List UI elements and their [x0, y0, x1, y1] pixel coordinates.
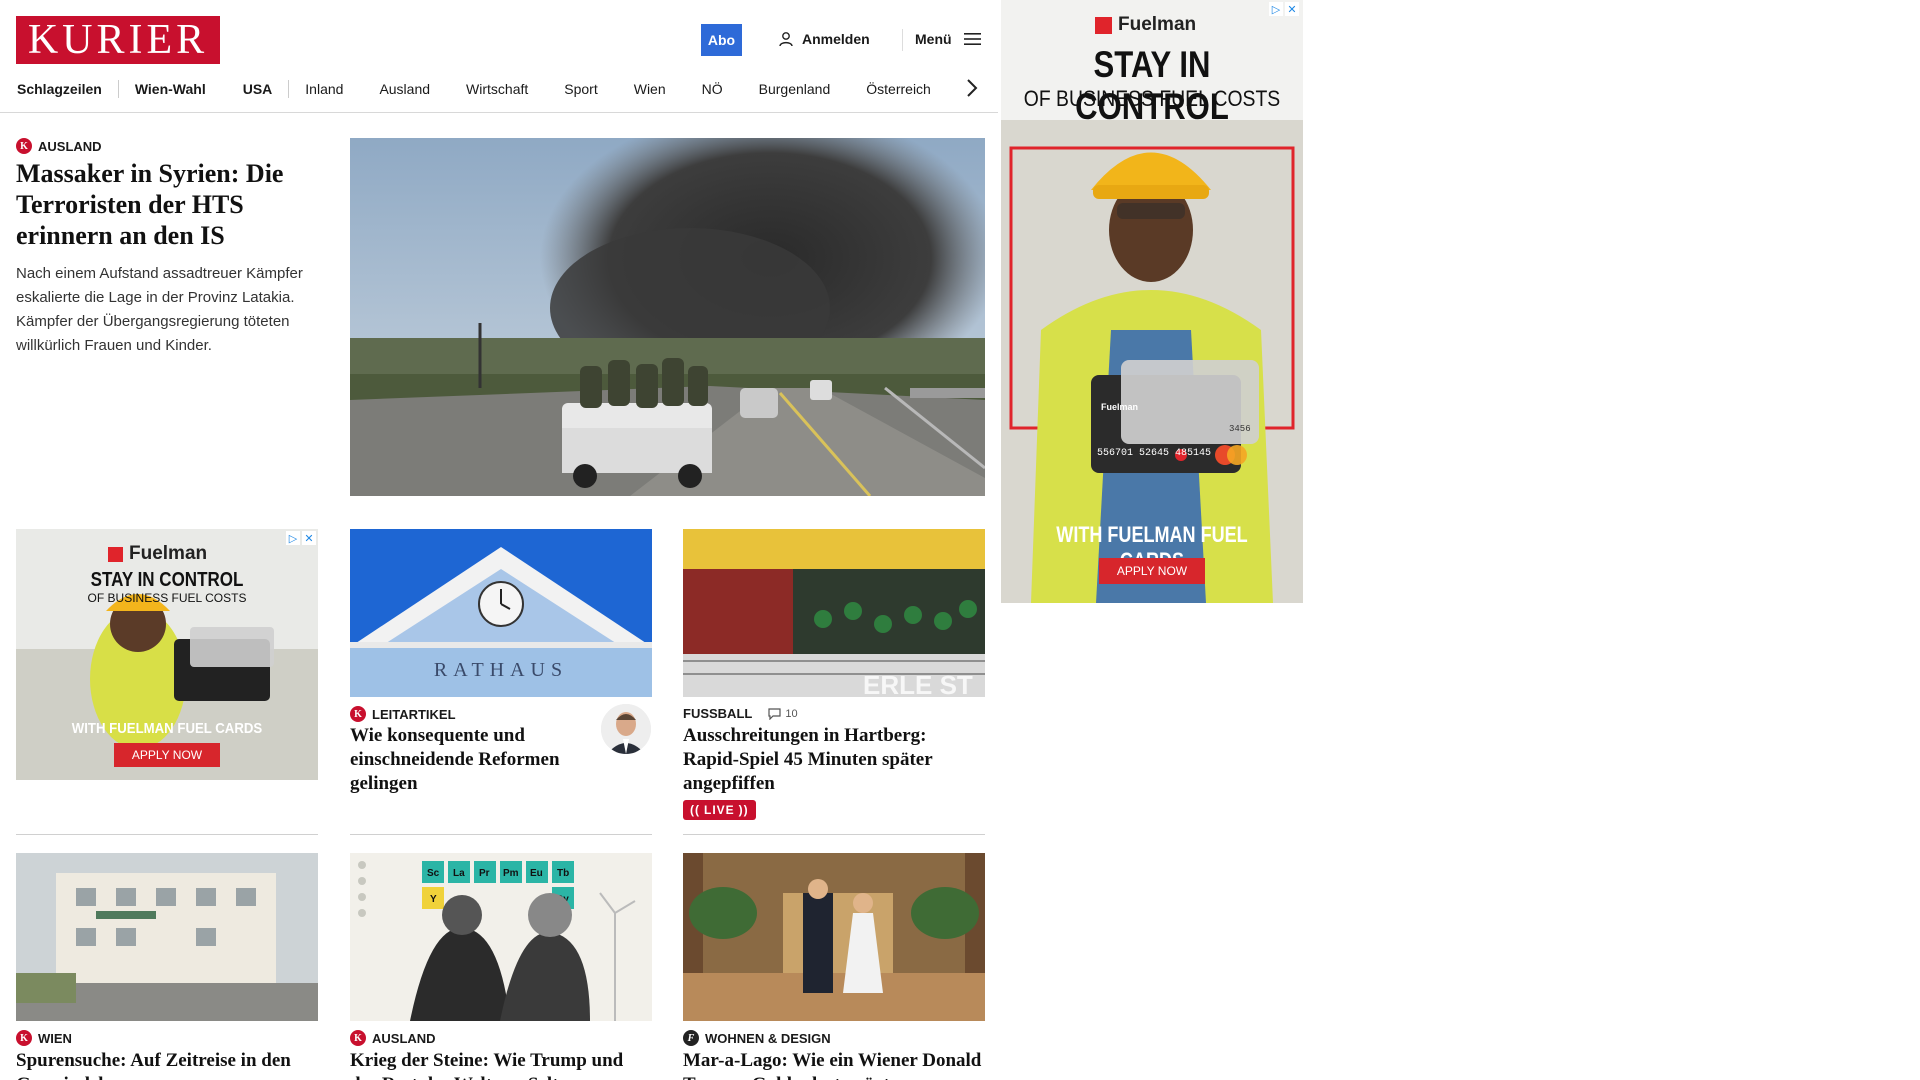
- apply-now-button[interactable]: APPLY NOW: [1099, 558, 1205, 584]
- nav-item-schlagzeilen[interactable]: Schlagzeilen: [17, 81, 102, 97]
- user-icon: [779, 32, 793, 47]
- card-headline-leitartikel[interactable]: Wie konsequente und einschneidende Refor…: [350, 724, 590, 796]
- card-headline-hartberg[interactable]: Ausschreitungen in Hartberg: Rapid-Spiel…: [683, 724, 985, 796]
- header-divider-line: [0, 112, 998, 113]
- abo-button[interactable]: Abo: [701, 24, 742, 56]
- card-kicker-wien[interactable]: K WIEN: [16, 1030, 72, 1046]
- lead-kicker-label: AUSLAND: [38, 138, 102, 154]
- ad-brand-label: Fuelman: [1118, 14, 1197, 35]
- logo-text: KURIER: [27, 17, 209, 63]
- svg-text:Sc: Sc: [427, 868, 440, 879]
- card-image-seltene-erden[interactable]: ScLaPr PmEuTb YDy: [350, 853, 652, 1021]
- kicker-label: FUSSBALL: [683, 706, 753, 721]
- ad-brand: Fuelman: [1095, 14, 1196, 36]
- kurier-plus-icon: K: [16, 1030, 32, 1046]
- ad-skyscraper[interactable]: Fuelman STAY IN CONTROL OF BUSINESS FUEL…: [1001, 0, 1303, 603]
- card-headline-gemeindebau[interactable]: Spurensuche: Auf Zeitreise in den Gemein…: [16, 1049, 318, 1080]
- kurier-plus-icon: K: [350, 1030, 366, 1046]
- nav-item-burgenland[interactable]: Burgenland: [759, 81, 831, 97]
- card-image-gemeindebau[interactable]: [16, 853, 318, 1021]
- ad-headline: STAY IN CONTROL: [90, 569, 244, 591]
- svg-text:La: La: [453, 868, 465, 879]
- live-signal-icon: )): [738, 803, 749, 817]
- login-button[interactable]: Anmelden: [778, 31, 870, 47]
- svg-text:Eu: Eu: [530, 868, 543, 879]
- rathaus-sign-text: RATHAUS: [433, 659, 569, 681]
- menu-button[interactable]: Menü: [915, 31, 981, 47]
- fuel-card-brand: Fuelman: [1101, 402, 1139, 412]
- fuel-card-number: 556701 52645 485145: [1097, 448, 1212, 459]
- close-icon[interactable]: ✕: [302, 531, 316, 545]
- nav-item-sport[interactable]: Sport: [564, 81, 597, 97]
- nav-item-usa[interactable]: USA: [243, 81, 273, 97]
- row-divider: [350, 834, 652, 835]
- comment-count-value: 10: [785, 707, 798, 720]
- row-divider: [16, 834, 318, 835]
- kicker-label: AUSLAND: [372, 1030, 436, 1046]
- ad-cta-line: WITH FUELMAN FUEL CARDS: [71, 720, 263, 737]
- freizeit-icon: f: [683, 1030, 699, 1046]
- hamburger-icon: [963, 33, 981, 45]
- lead-headline[interactable]: Massaker in Syrien: Die Terroristen der …: [16, 158, 316, 251]
- card-kicker-leitartikel[interactable]: K LEITARTIKEL: [350, 706, 456, 722]
- card-image-mar-a-lago[interactable]: [683, 853, 985, 1021]
- ad-brand: Fuelman: [108, 543, 207, 565]
- card-image-hartberg[interactable]: ERLE ST: [683, 529, 985, 697]
- menu-label: Menü: [915, 31, 952, 47]
- author-avatar[interactable]: [601, 704, 651, 754]
- lead-teaser[interactable]: Nach einem Aufstand assadtreuer Kämpfer …: [16, 262, 326, 358]
- card-headline-mar-a-lago[interactable]: Mar-a-Lago: Wie ein Wiener Donald Trumps…: [683, 1049, 985, 1080]
- card-kicker-wohnen-design[interactable]: f WOHNEN & DESIGN: [683, 1030, 831, 1046]
- nav-divider: [117, 80, 119, 98]
- apply-now-button[interactable]: APPLY NOW: [114, 743, 220, 767]
- header-divider: [902, 29, 903, 51]
- ad-brand-label: Fuelman: [129, 543, 208, 564]
- ad-info-icon[interactable]: ▷: [1269, 2, 1283, 16]
- card-headline-seltene-erden[interactable]: Krieg der Steine: Wie Trump und der Rest…: [350, 1049, 652, 1080]
- comment-icon: [768, 707, 781, 720]
- nav-divider: [288, 80, 290, 98]
- nav-item-oesterreich[interactable]: Österreich: [866, 81, 931, 97]
- live-badge: (( LIVE )): [683, 800, 756, 820]
- svg-text:Pm: Pm: [503, 868, 519, 879]
- main-nav: Schlagzeilen Wien-Wahl USA Inland Auslan…: [17, 79, 931, 99]
- kicker-label: LEITARTIKEL: [372, 706, 456, 722]
- ad-choices[interactable]: ▷ ✕: [1269, 2, 1299, 16]
- kurier-logo[interactable]: KURIER: [16, 16, 220, 64]
- live-signal-icon: ((: [690, 803, 700, 817]
- fuelman-logo-icon: [108, 546, 123, 562]
- nav-item-wien[interactable]: Wien: [634, 81, 666, 97]
- svg-text:Pr: Pr: [479, 868, 490, 879]
- nav-item-noe[interactable]: NÖ: [702, 81, 723, 97]
- ad-subline: OF BUSINESS FUEL COSTS: [1023, 86, 1281, 111]
- close-icon[interactable]: ✕: [1285, 2, 1299, 16]
- lead-image[interactable]: [350, 138, 985, 496]
- svg-text:Tb: Tb: [557, 868, 569, 879]
- row-divider: [683, 834, 985, 835]
- kicker-label: WOHNEN & DESIGN: [705, 1030, 831, 1046]
- ad-choices[interactable]: ▷ ✕: [286, 531, 316, 545]
- login-label: Anmelden: [802, 31, 870, 47]
- nav-item-wirtschaft[interactable]: Wirtschaft: [466, 81, 528, 97]
- chevron-right-icon[interactable]: [966, 78, 978, 98]
- kicker-label: WIEN: [38, 1030, 72, 1046]
- fuelman-logo-icon: [1095, 16, 1112, 34]
- card-kicker-fussball[interactable]: FUSSBALL 10: [683, 706, 798, 721]
- svg-text:ERLE ST: ERLE ST: [863, 670, 973, 697]
- nav-item-ausland[interactable]: Ausland: [379, 81, 430, 97]
- nav-item-wien-wahl[interactable]: Wien-Wahl: [135, 81, 206, 97]
- comment-count[interactable]: 10: [768, 707, 798, 720]
- fuel-card-last-digits: 3456: [1229, 424, 1251, 434]
- kurier-plus-icon: K: [350, 706, 366, 722]
- live-label: LIVE: [704, 803, 735, 817]
- ad-banner-small[interactable]: Fuelman STAY IN CONTROL OF BUSINESS FUEL…: [16, 529, 318, 780]
- svg-text:Y: Y: [430, 894, 437, 905]
- ad-info-icon[interactable]: ▷: [286, 531, 300, 545]
- kurier-plus-icon: K: [16, 138, 32, 154]
- ad-subline: OF BUSINESS FUEL COSTS: [87, 591, 247, 605]
- card-kicker-ausland[interactable]: K AUSLAND: [350, 1030, 436, 1046]
- nav-item-inland[interactable]: Inland: [305, 81, 343, 97]
- card-image-rathaus[interactable]: RATHAUS: [350, 529, 652, 697]
- lead-kicker[interactable]: K AUSLAND: [16, 138, 102, 154]
